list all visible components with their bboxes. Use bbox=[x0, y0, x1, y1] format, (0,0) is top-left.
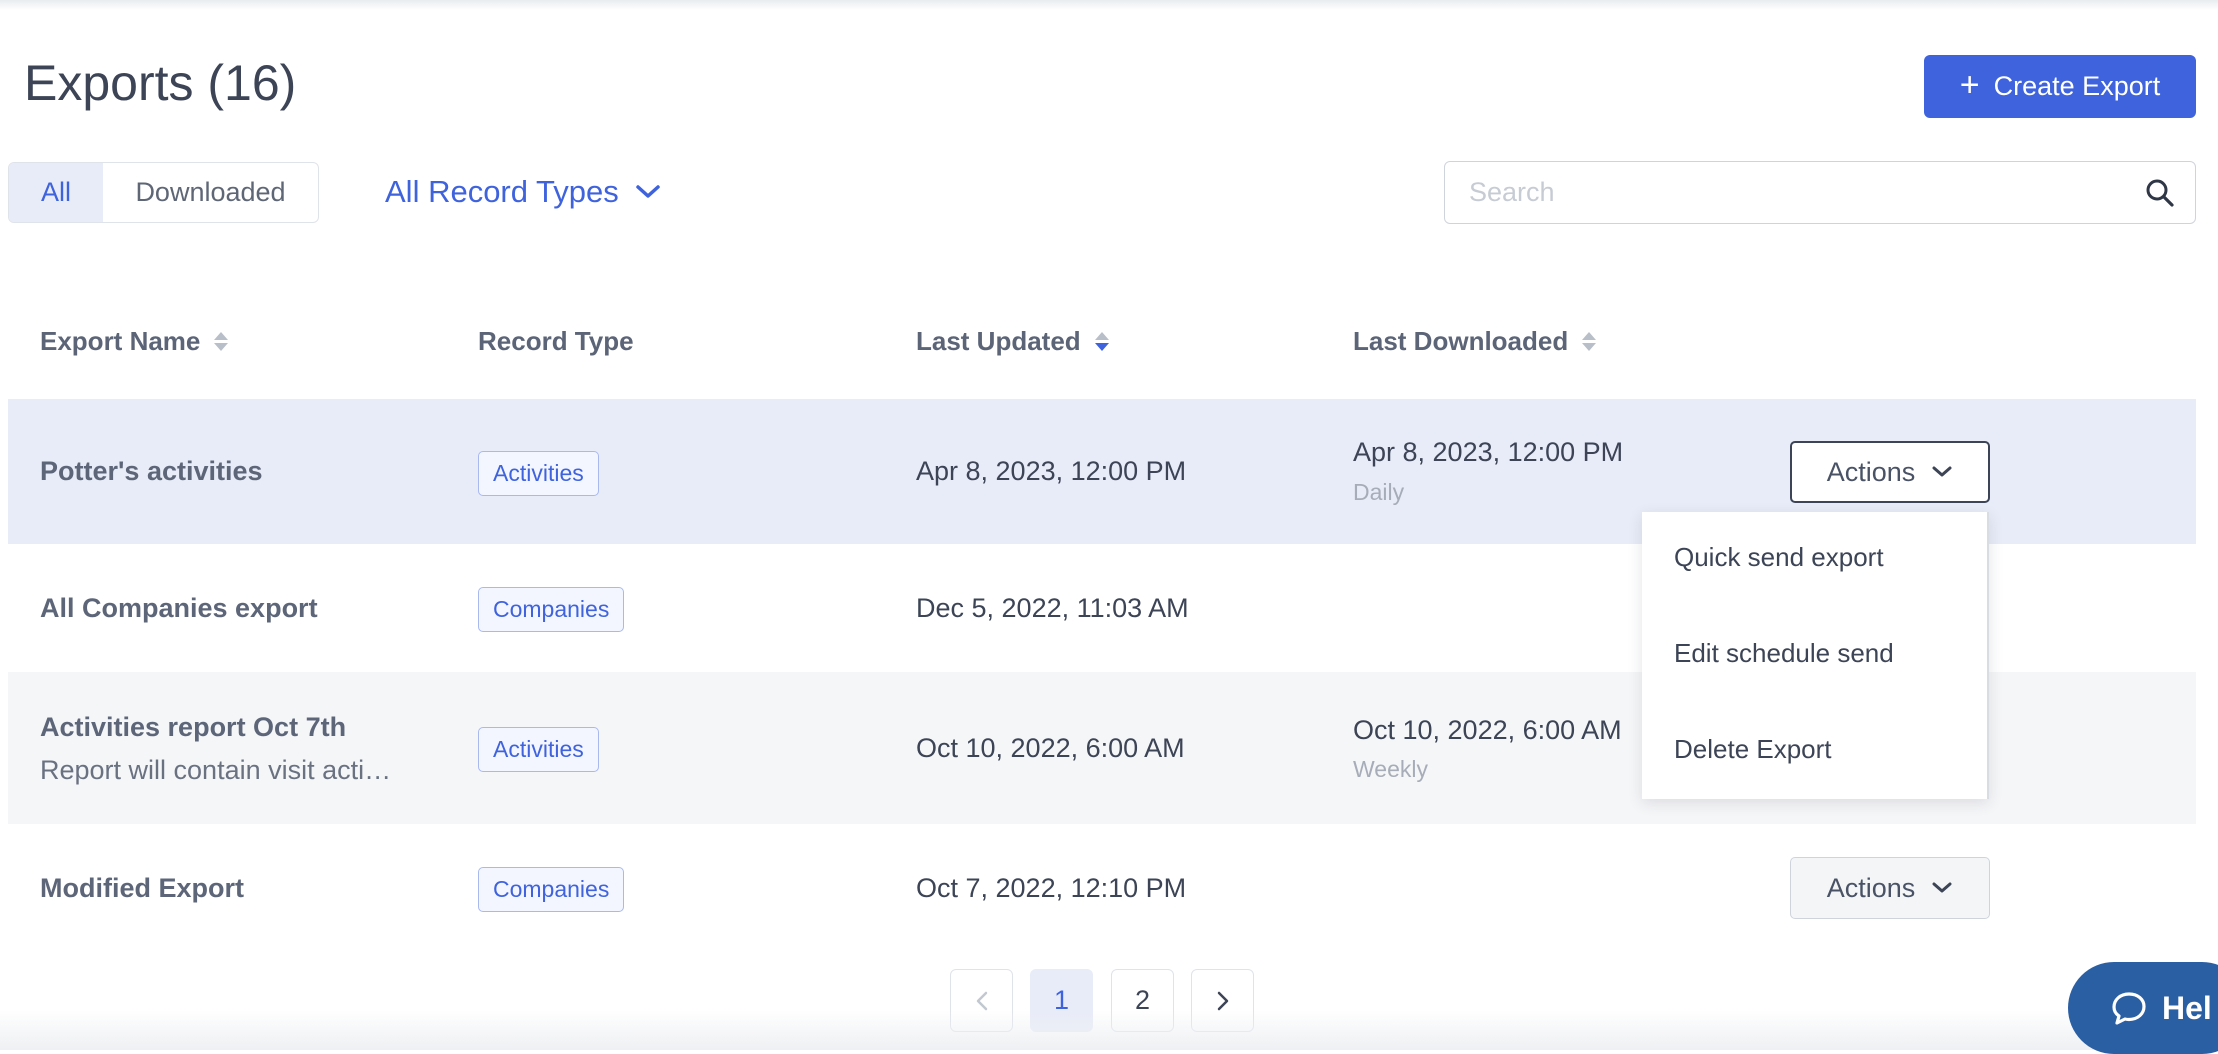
export-name[interactable]: Activities report Oct 7th bbox=[40, 712, 346, 743]
export-name[interactable]: Potter's activities bbox=[40, 456, 263, 487]
column-label-record-type: Record Type bbox=[478, 326, 634, 356]
plus-icon: + bbox=[1959, 66, 1980, 104]
column-header-export-name[interactable]: Export Name bbox=[40, 326, 229, 357]
record-type-badge: Activities bbox=[478, 451, 599, 496]
help-label: Hel bbox=[2162, 989, 2212, 1026]
menu-item-delete-export[interactable]: Delete Export bbox=[1674, 734, 1832, 765]
page-title: Exports (16) bbox=[24, 55, 297, 111]
column-label-last-updated: Last Updated bbox=[916, 326, 1081, 356]
search-box bbox=[1444, 161, 2196, 224]
create-export-label: Create Export bbox=[1993, 71, 2161, 101]
last-updated: Oct 10, 2022, 6:00 AM bbox=[916, 733, 1185, 763]
column-label-export-name: Export Name bbox=[40, 326, 201, 356]
sort-icon[interactable] bbox=[214, 332, 229, 351]
last-downloaded: Apr 8, 2023, 12:00 PM bbox=[1353, 437, 1624, 467]
chevron-down-icon bbox=[1932, 466, 1952, 477]
actions-label: Actions bbox=[1826, 456, 1916, 487]
column-label-last-downloaded: Last Downloaded bbox=[1353, 326, 1569, 356]
actions-button[interactable]: Actions bbox=[1790, 441, 1990, 503]
last-updated: Dec 5, 2022, 11:03 AM bbox=[916, 593, 1189, 623]
create-export-button[interactable]: + Create Export bbox=[1924, 55, 2196, 118]
sort-descending-icon[interactable] bbox=[1094, 332, 1109, 351]
menu-item-edit-schedule[interactable]: Edit schedule send bbox=[1674, 638, 1894, 669]
top-shadow bbox=[0, 0, 2218, 10]
chevron-down-icon bbox=[1932, 882, 1952, 893]
actions-button[interactable]: Actions bbox=[1790, 857, 1990, 919]
bottom-shadow bbox=[0, 1010, 2218, 1050]
schedule-frequency: Weekly bbox=[1353, 756, 1428, 782]
last-downloaded: Oct 10, 2022, 6:00 AM bbox=[1353, 715, 1622, 745]
chevron-left-icon bbox=[976, 991, 987, 1010]
export-filter-tabs: All Downloaded bbox=[8, 162, 319, 223]
sort-icon[interactable] bbox=[1582, 332, 1597, 351]
record-type-badge: Companies bbox=[478, 867, 625, 912]
last-updated: Oct 7, 2022, 12:10 PM bbox=[916, 873, 1187, 903]
actions-label: Actions bbox=[1826, 872, 1916, 903]
chat-bubble-icon bbox=[2112, 992, 2146, 1025]
tab-downloaded[interactable]: Downloaded bbox=[103, 163, 318, 222]
search-icon[interactable] bbox=[2145, 178, 2175, 208]
chevron-right-icon bbox=[1217, 991, 1228, 1010]
actions-dropdown-menu: Quick send export Edit schedule send Del… bbox=[1642, 512, 1989, 799]
last-updated: Apr 8, 2023, 12:00 PM bbox=[916, 456, 1187, 486]
tab-all[interactable]: All bbox=[9, 163, 103, 222]
chevron-down-icon bbox=[636, 185, 660, 198]
record-type-badge: Activities bbox=[478, 727, 599, 772]
search-input[interactable] bbox=[1467, 176, 2111, 209]
table-row[interactable]: Modified Export Companies Oct 7, 2022, 1… bbox=[8, 824, 2196, 952]
help-chat-button[interactable]: Hel bbox=[2068, 962, 2218, 1054]
column-header-last-downloaded[interactable]: Last Downloaded bbox=[1353, 326, 1597, 357]
record-type-badge: Companies bbox=[478, 587, 625, 632]
export-name[interactable]: All Companies export bbox=[40, 593, 318, 624]
column-header-last-updated[interactable]: Last Updated bbox=[916, 326, 1109, 357]
export-name[interactable]: Modified Export bbox=[40, 873, 244, 904]
export-description: Report will contain visit acti… bbox=[40, 755, 392, 785]
menu-item-quick-send[interactable]: Quick send export bbox=[1674, 542, 1884, 573]
schedule-frequency: Daily bbox=[1353, 479, 1405, 505]
record-types-dropdown[interactable]: All Record Types bbox=[385, 174, 661, 210]
column-header-record-type: Record Type bbox=[478, 326, 634, 357]
record-types-label: All Record Types bbox=[385, 174, 619, 209]
